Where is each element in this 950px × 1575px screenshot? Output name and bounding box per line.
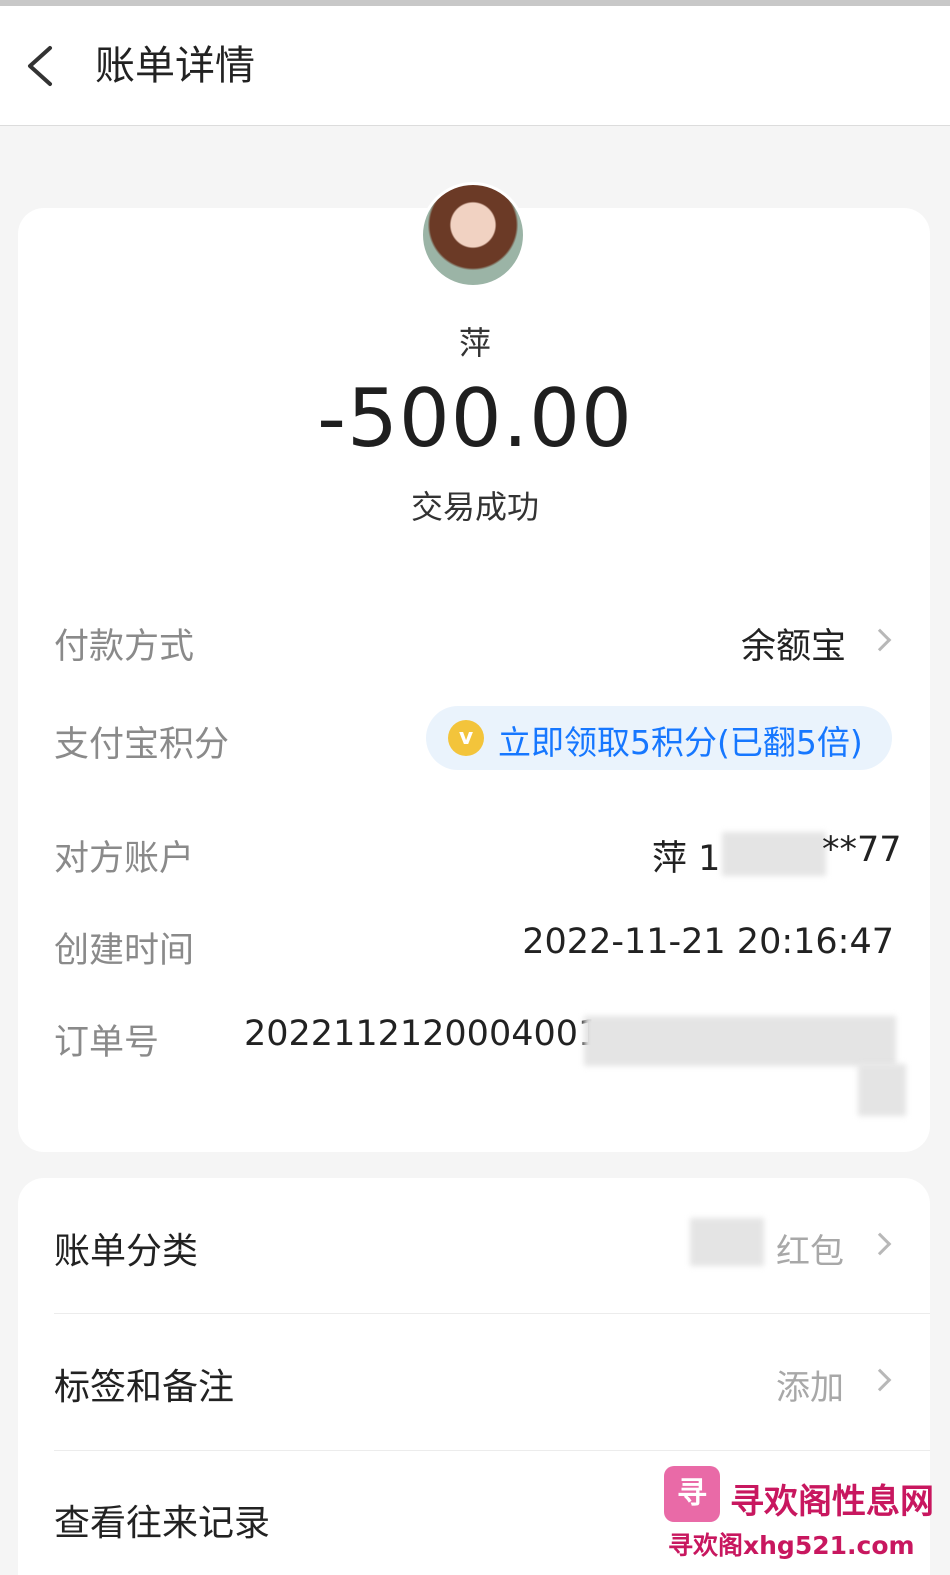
- account-label: 对方账户: [54, 839, 195, 879]
- account-value-suffix: **77: [822, 830, 902, 870]
- redacted-order-number-tail: [858, 1064, 906, 1116]
- redacted-order-number: [584, 1016, 896, 1066]
- divider: [54, 1450, 930, 1451]
- redacted-category: [690, 1218, 764, 1266]
- claim-points-label: 立即领取5积分(已翻5倍): [498, 723, 863, 762]
- divider: [54, 1313, 930, 1314]
- back-button[interactable]: [18, 36, 68, 96]
- transaction-amount: -500.00: [317, 372, 633, 465]
- points-label: 支付宝积分: [54, 725, 230, 765]
- avatar[interactable]: [420, 182, 526, 288]
- nav-bar: 账单详情: [0, 6, 950, 126]
- payee-name: 萍: [458, 324, 491, 362]
- redacted-account: [722, 832, 826, 876]
- watermark-url: 寻欢阁xhg521.com: [668, 1531, 915, 1560]
- chevron-left-icon: [28, 46, 52, 86]
- watermark-title: 寻欢阁性息网: [730, 1482, 934, 1522]
- payment-method-value[interactable]: 余额宝: [741, 618, 846, 669]
- category-label: 账单分类: [54, 1231, 199, 1272]
- history-link[interactable]: 查看往来记录: [54, 1494, 270, 1546]
- claim-points-button[interactable]: v 立即领取5积分(已翻5倍): [426, 706, 892, 770]
- created-time-value: 2022-11-21 20:16:47: [522, 922, 894, 962]
- tags-add-button[interactable]: 添加: [776, 1360, 844, 1409]
- order-number-label: 订单号: [54, 1023, 160, 1063]
- watermark-logo: 寻: [664, 1466, 720, 1522]
- account-value-prefix: 萍 1: [652, 839, 721, 879]
- page-title: 账单详情: [95, 43, 255, 89]
- payment-method-label: 付款方式: [54, 627, 195, 667]
- created-time-label: 创建时间: [54, 931, 195, 971]
- coin-icon: v: [448, 720, 484, 756]
- order-number-value: 202211212000400​1: [244, 1014, 601, 1054]
- tags-label: 标签和备注: [54, 1367, 235, 1408]
- transaction-status: 交易成功: [410, 488, 539, 526]
- category-value[interactable]: 红包: [776, 1224, 844, 1273]
